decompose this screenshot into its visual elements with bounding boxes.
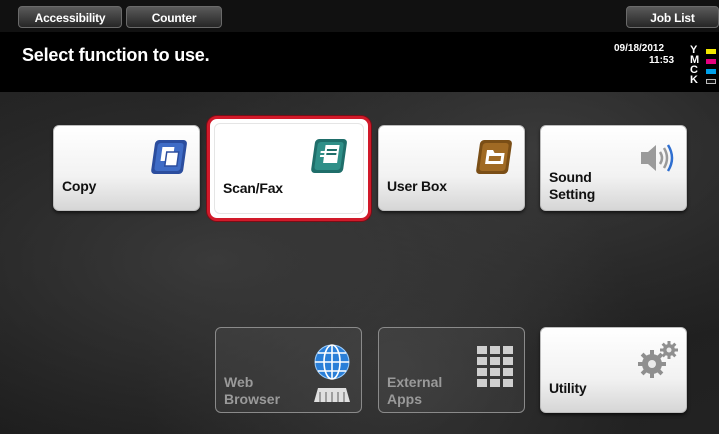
utility-label: Utility	[549, 380, 587, 396]
toner-level-bar	[706, 59, 716, 64]
scan-fax-icon	[311, 139, 347, 173]
time-display: 11:53	[649, 55, 675, 66]
message-bar: Select function to use. 09/18/2012 11:53…	[0, 32, 719, 92]
user-box-label: User Box	[387, 178, 447, 194]
toner-letter: K	[690, 74, 698, 86]
scan-fax-label: Scan/Fax	[223, 180, 283, 196]
copy-label: Copy	[62, 178, 97, 194]
user-box-icon	[476, 140, 512, 174]
date-display: 09/18/2012	[614, 43, 665, 54]
gears-icon	[638, 341, 678, 378]
web-label-line2: Browser	[224, 391, 281, 407]
counter-button[interactable]: Counter	[126, 6, 222, 28]
sound-setting-label: Sound Setting	[549, 169, 595, 203]
job-list-button[interactable]: Job List	[626, 6, 719, 28]
copy-button[interactable]: Copy	[53, 125, 200, 211]
scan-fax-button[interactable]: Scan/Fax	[207, 116, 371, 221]
accessibility-button[interactable]: Accessibility	[18, 6, 122, 28]
toner-level-bar	[706, 79, 716, 84]
toner-level-bar	[706, 69, 716, 74]
copy-icon	[151, 140, 187, 174]
apps-label-line1: External	[387, 374, 443, 390]
sound-label-line1: Sound	[549, 169, 592, 185]
sound-setting-button[interactable]: Sound Setting	[540, 125, 687, 211]
globe-icon	[314, 344, 350, 402]
external-apps-label: External Apps	[387, 374, 442, 408]
message-text: Select function to use.	[22, 45, 210, 65]
apps-label-line2: Apps	[387, 391, 422, 407]
top-bar: Accessibility Counter Job List	[0, 0, 719, 32]
web-browser-label: Web Browser	[224, 374, 280, 408]
external-apps-button[interactable]: External Apps	[378, 327, 525, 413]
toner-level-bar	[706, 49, 716, 54]
grid-icon	[477, 346, 513, 387]
web-browser-button[interactable]: Web Browser	[215, 327, 362, 413]
user-box-button[interactable]: User Box	[378, 125, 525, 211]
toner-indicator-black: K	[690, 74, 719, 87]
screen: Accessibility Counter Job List Select fu…	[0, 0, 719, 434]
utility-button[interactable]: Utility	[540, 327, 687, 413]
speaker-icon	[641, 144, 674, 172]
sound-label-line2: Setting	[549, 186, 596, 202]
web-label-line1: Web	[224, 374, 254, 390]
